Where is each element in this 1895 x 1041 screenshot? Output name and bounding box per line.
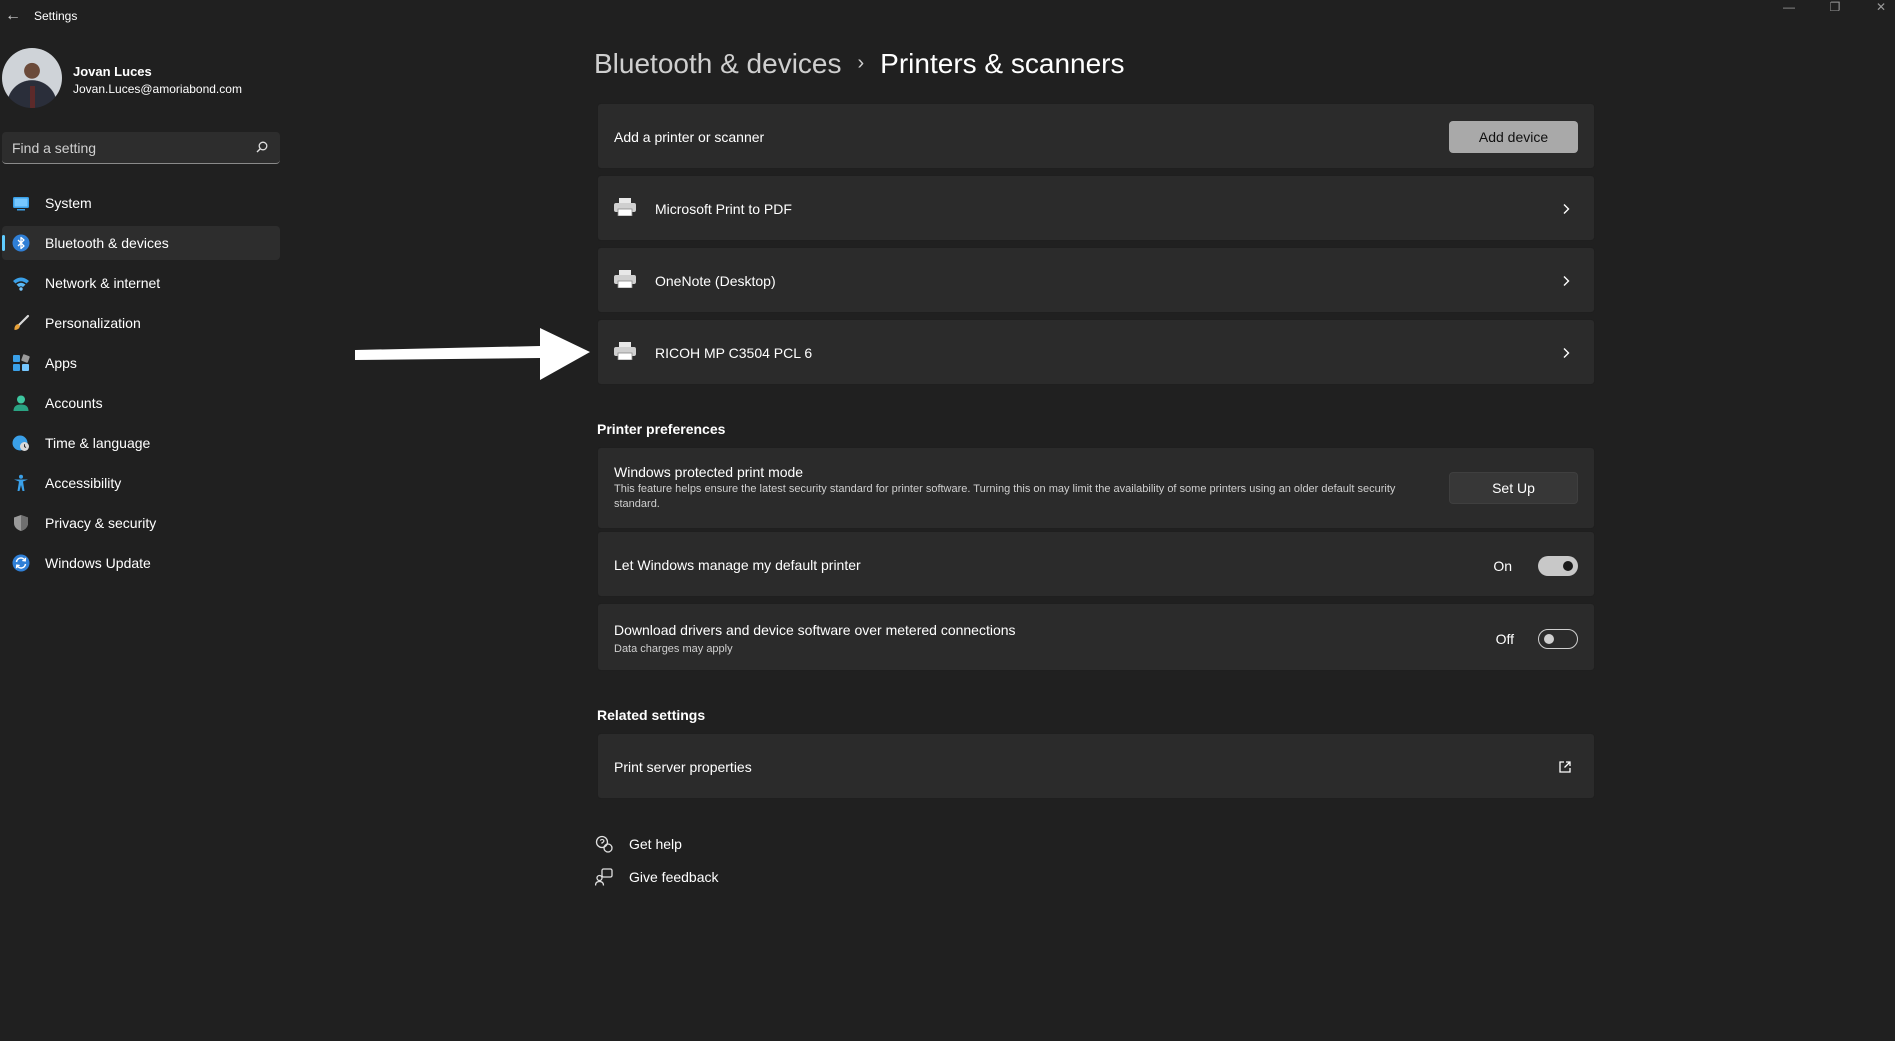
printer-icon xyxy=(614,198,636,216)
printer-name: RICOH MP C3504 PCL 6 xyxy=(655,345,813,361)
search-box[interactable] xyxy=(2,132,280,164)
minimize-button[interactable]: — xyxy=(1766,0,1812,16)
sidebar-item-label: Bluetooth & devices xyxy=(45,235,169,251)
toggle-state-label: On xyxy=(1493,558,1512,574)
breadcrumb: Bluetooth & devices › Printers & scanners xyxy=(594,48,1125,88)
brush-icon xyxy=(14,314,30,330)
sidebar-item-bluetooth-devices[interactable]: Bluetooth & devices xyxy=(2,226,280,260)
sidebar-item-network-internet[interactable]: Network & internet xyxy=(2,266,280,300)
time-language-icon xyxy=(12,435,29,451)
add-device-button[interactable]: Add device xyxy=(1449,121,1578,153)
protected-print-mode-title: Windows protected print mode xyxy=(614,464,804,480)
print-server-properties-row[interactable]: Print server properties xyxy=(597,733,1595,799)
default-printer-toggle[interactable] xyxy=(1538,556,1578,576)
related-settings-heading: Related settings xyxy=(597,707,706,723)
search-icon[interactable] xyxy=(256,141,268,153)
search-input[interactable] xyxy=(2,132,242,163)
wifi-icon xyxy=(13,277,29,291)
protected-print-mode-description: This feature helps ensure the latest sec… xyxy=(614,483,1396,510)
sidebar-item-privacy-security[interactable]: Privacy & security xyxy=(2,506,280,540)
sidebar-item-personalization[interactable]: Personalization xyxy=(2,306,280,340)
chevron-right-icon xyxy=(1563,276,1570,286)
back-button[interactable]: ← xyxy=(2,5,24,27)
get-help-icon xyxy=(595,835,613,853)
chevron-right-icon xyxy=(1563,348,1570,358)
sidebar-item-accessibility[interactable]: Accessibility xyxy=(2,466,280,500)
app-title: Settings xyxy=(34,9,78,23)
sidebar-item-accounts[interactable]: Accounts xyxy=(2,386,280,420)
profile-name: Jovan Luces xyxy=(73,64,152,79)
sidebar-item-label: Apps xyxy=(45,355,77,371)
sidebar-item-time-language[interactable]: Time & language xyxy=(2,426,280,460)
printer-row-ricoh-mp-c3504[interactable]: RICOH MP C3504 PCL 6 xyxy=(597,319,1595,385)
shield-icon xyxy=(14,515,28,531)
sidebar-nav: System Bluetooth & devices Network & int… xyxy=(2,186,280,586)
external-link-icon xyxy=(1559,761,1571,773)
profile-email: Jovan.Luces@amoriabond.com xyxy=(73,82,242,96)
print-server-properties-label: Print server properties xyxy=(614,759,752,775)
avatar xyxy=(2,48,62,108)
printer-icon xyxy=(614,342,636,360)
accounts-icon xyxy=(13,395,29,411)
printer-name: Microsoft Print to PDF xyxy=(655,201,792,217)
page-title: Printers & scanners xyxy=(880,48,1125,79)
give-feedback-label: Give feedback xyxy=(629,869,719,885)
toggle-state-label: Off xyxy=(1495,631,1514,647)
apps-icon xyxy=(13,354,30,371)
printer-row-microsoft-print-to-pdf[interactable]: Microsoft Print to PDF xyxy=(597,175,1595,241)
breadcrumb-parent[interactable]: Bluetooth & devices xyxy=(594,48,842,79)
sidebar-item-label: Personalization xyxy=(45,315,141,331)
sidebar-item-system[interactable]: System xyxy=(2,186,280,220)
windows-update-icon xyxy=(12,554,30,572)
add-printer-label: Add a printer or scanner xyxy=(614,129,765,145)
metered-download-title: Download drivers and device software ove… xyxy=(614,622,1016,638)
sidebar-item-label: Windows Update xyxy=(45,555,151,571)
metered-download-card: Download drivers and device software ove… xyxy=(597,603,1595,671)
default-printer-card: Let Windows manage my default printer On xyxy=(597,531,1595,597)
sidebar-item-label: System xyxy=(45,195,92,211)
accessibility-icon xyxy=(14,474,28,491)
system-icon xyxy=(13,197,29,211)
set-up-button[interactable]: Set Up xyxy=(1449,472,1578,504)
printer-name: OneNote (Desktop) xyxy=(655,273,776,289)
printer-row-onenote-desktop[interactable]: OneNote (Desktop) xyxy=(597,247,1595,313)
give-feedback-icon xyxy=(595,868,613,886)
printer-preferences-heading: Printer preferences xyxy=(597,421,726,437)
sidebar-item-label: Accounts xyxy=(45,395,103,411)
sidebar-item-label: Accessibility xyxy=(45,475,122,491)
sidebar-item-label: Time & language xyxy=(45,435,151,451)
annotation-arrow-icon xyxy=(355,328,590,380)
get-help-label: Get help xyxy=(629,836,682,852)
metered-download-subtitle: Data charges may apply xyxy=(614,643,733,655)
user-profile[interactable]: Jovan Luces Jovan.Luces@amoriabond.com xyxy=(2,48,282,112)
sidebar-item-windows-update[interactable]: Windows Update xyxy=(2,546,280,580)
bluetooth-icon xyxy=(12,234,30,252)
metered-download-toggle[interactable] xyxy=(1538,629,1578,649)
add-printer-card: Add a printer or scanner Add device xyxy=(597,103,1595,169)
chevron-right-icon xyxy=(1563,204,1570,214)
default-printer-title: Let Windows manage my default printer xyxy=(614,557,861,573)
printer-icon xyxy=(614,270,636,288)
close-button[interactable]: ✕ xyxy=(1858,0,1895,16)
sidebar-item-label: Network & internet xyxy=(45,275,161,291)
title-bar: ← Settings — ❐ ✕ xyxy=(0,0,1895,32)
maximize-button[interactable]: ❐ xyxy=(1812,0,1858,16)
protected-print-mode-card: Windows protected print mode This featur… xyxy=(597,447,1595,529)
sidebar-item-label: Privacy & security xyxy=(45,515,157,531)
sidebar-item-apps[interactable]: Apps xyxy=(2,346,280,380)
breadcrumb-separator: › xyxy=(857,52,865,74)
